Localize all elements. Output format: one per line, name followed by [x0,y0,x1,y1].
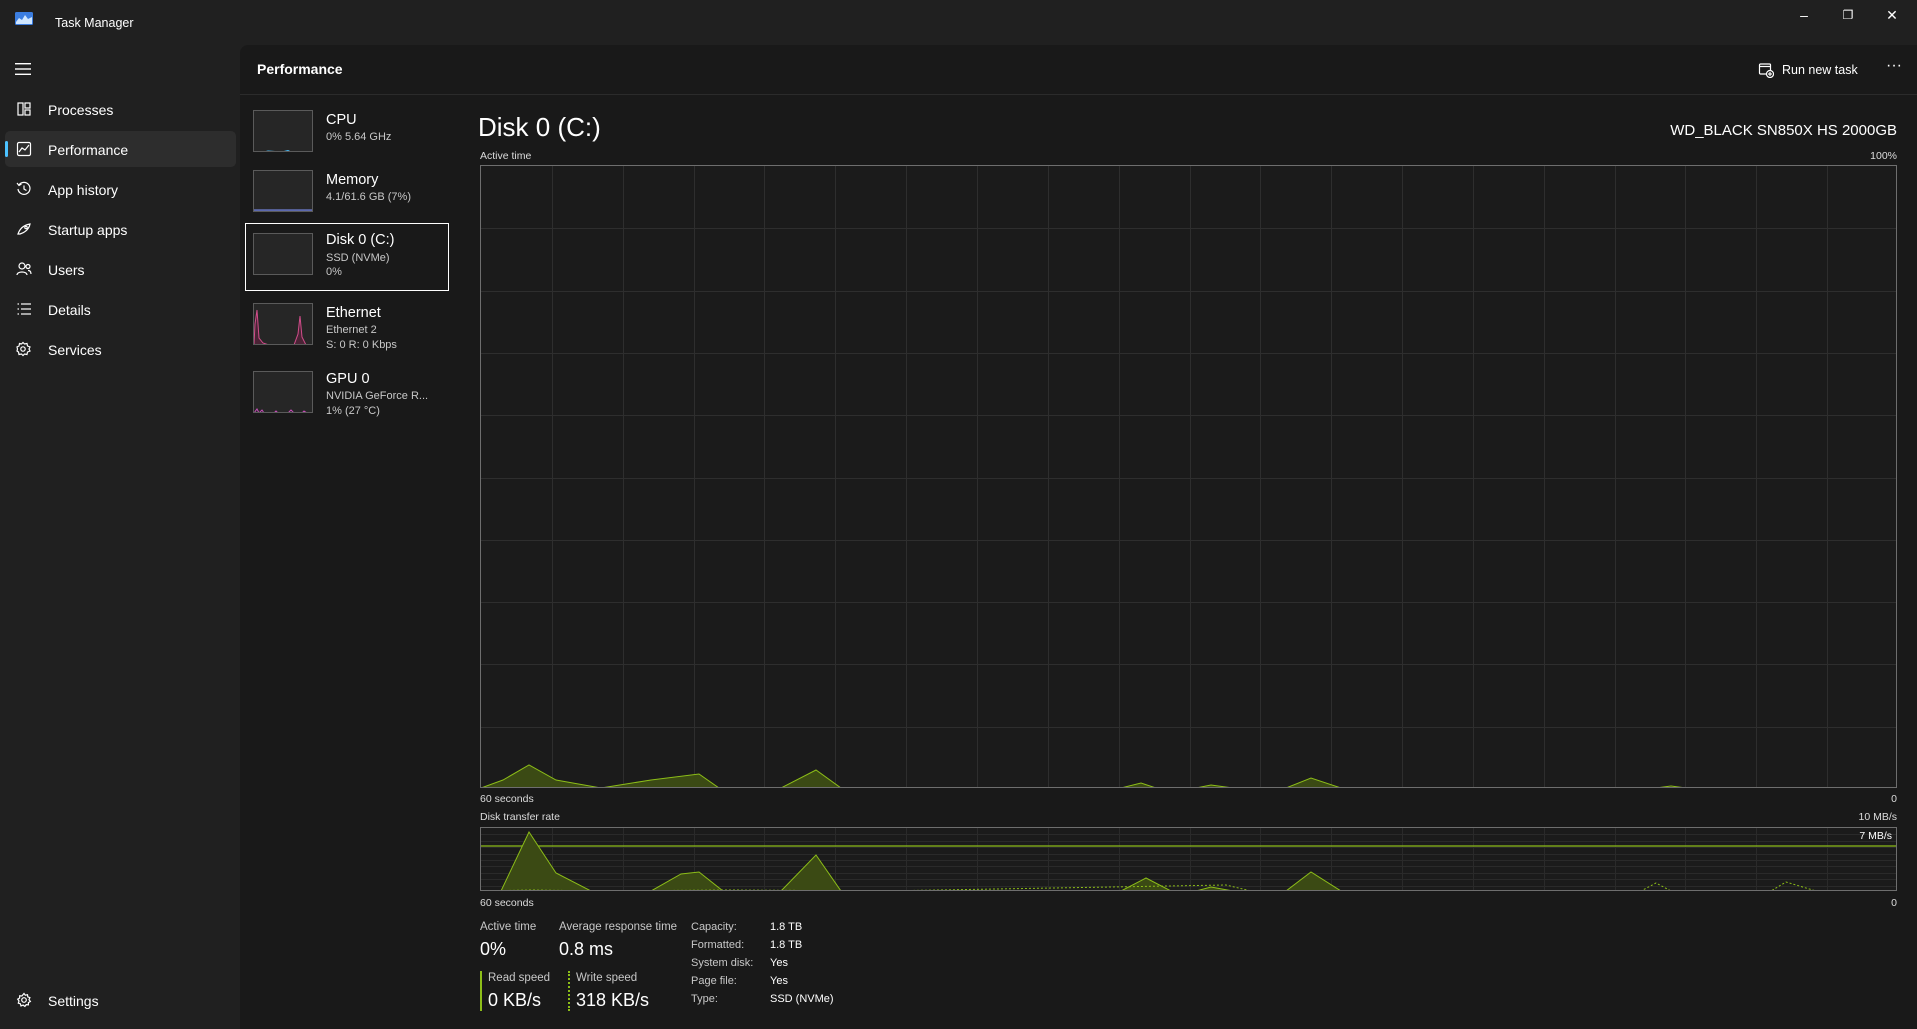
nav-item-services[interactable]: Services [5,331,236,367]
page-title: Performance [257,61,343,77]
disk-title: Disk 0 (C:) [478,112,601,142]
nav-label: Performance [48,142,129,158]
resource-item-ethernet[interactable]: Ethernet Ethernet 2 S: 0 R: 0 Kbps [245,301,449,357]
nav-item-users[interactable]: Users [5,251,236,287]
minimize-button[interactable]: – [1782,0,1826,30]
memory-thumbnail [253,170,313,212]
resource-item-gpu[interactable]: GPU 0 NVIDIA GeForce R... 1% (27 °C) [245,367,449,423]
history-icon [16,181,31,195]
page-file-value: Yes [770,975,788,987]
disk-thumbnail [253,233,313,275]
resource-name: Disk 0 (C:) [326,232,395,248]
cpu-thumbnail [253,110,313,152]
active-time-max-label: 100% [1870,150,1897,162]
settings-label: Settings [48,993,99,1009]
active-time-graph [481,166,1896,787]
active-time-chart [480,165,1897,788]
avg-response-value: 0.8 ms [559,939,614,959]
nav-item-details[interactable]: Details [5,291,236,327]
read-speed-label: Read speed [488,972,551,984]
write-speed-label: Write speed [576,972,638,984]
resource-detail: NVIDIA GeForce R... [326,390,429,402]
resource-detail: Ethernet 2 [326,324,377,336]
transfer-rate-chart: 7 MB/s [480,827,1897,891]
resource-name: GPU 0 [326,371,370,387]
transfer-rate-graph [481,828,1896,890]
run-task-icon [1758,63,1774,78]
formatted-value: 1.8 TB [770,939,803,951]
resource-item-memory[interactable]: Memory 4.1/61.6 GB (7%) [245,168,449,224]
type-key: Type: [691,993,718,1005]
active-time-duration-label: 60 seconds [480,793,534,805]
nav-item-performance[interactable]: Performance [5,131,236,167]
performance-icon [16,141,32,157]
page-file-key: Page file: [691,975,737,987]
nav-item-startup-apps[interactable]: Startup apps [5,211,236,247]
disk-model: WD_BLACK SN850X HS 2000GB [1670,122,1897,139]
details-icon [17,303,31,315]
transfer-rate-min-label: 0 [1891,897,1897,909]
write-speed-legend-line [568,971,570,1011]
nav-label: Processes [48,102,114,118]
selection-indicator [5,141,8,157]
resource-name: Memory [326,172,379,188]
task-manager-icon [15,12,33,25]
system-disk-value: Yes [770,957,788,969]
capacity-value: 1.8 TB [770,921,803,933]
restore-button[interactable]: ❐ [1826,0,1870,30]
nav-label: App history [48,182,119,198]
gpu-thumbnail [253,371,313,413]
resource-detail: SSD (NVMe) [326,252,390,264]
resource-item-disk[interactable]: Disk 0 (C:) SSD (NVMe) 0% [245,223,449,291]
type-value: SSD (NVMe) [770,993,834,1005]
resource-item-cpu[interactable]: CPU 0% 5.64 GHz [245,108,449,164]
resource-usage: 0% [326,266,342,278]
run-new-task-button[interactable]: Run new task [1758,60,1858,80]
transfer-rate-max-label: 10 MB/s [1858,811,1897,823]
resource-name: Ethernet [326,305,381,321]
close-button[interactable]: ✕ [1870,0,1914,30]
services-icon [16,341,31,357]
hamburger-menu-icon[interactable] [14,62,32,76]
nav-item-processes[interactable]: Processes [5,91,236,127]
active-time-stat-label: Active time [480,921,537,933]
resource-usage: 1% (27 °C) [326,405,380,417]
active-time-min-label: 0 [1891,793,1897,805]
nav-label: Services [48,342,102,358]
processes-icon [17,102,31,116]
more-options-button[interactable]: ··· [1880,57,1908,81]
nav-item-settings[interactable]: Settings [5,982,236,1018]
nav-label: Details [48,302,91,318]
nav-pane: Processes Performance App history Startu… [0,45,240,1029]
formatted-key: Formatted: [691,939,745,951]
title-bar: Task Manager – ❐ ✕ [0,0,1917,45]
resource-usage: S: 0 R: 0 Kbps [326,339,397,351]
resource-name: CPU [326,112,357,128]
settings-gear-icon [16,992,32,1008]
startup-icon [17,223,31,235]
window-title: Task Manager [55,16,134,30]
users-icon [16,262,32,276]
resource-detail: 0% 5.64 GHz [326,131,392,143]
resource-detail: 4.1/61.6 GB (7%) [326,191,411,203]
ethernet-thumbnail [253,303,313,345]
transfer-rate-line-label: 7 MB/s [1859,830,1892,842]
read-speed-value: 0 KB/s [488,990,542,1010]
system-disk-key: System disk: [691,957,754,969]
transfer-rate-duration-label: 60 seconds [480,897,534,909]
read-speed-legend-line [480,971,482,1011]
active-time-stat-value: 0% [480,939,507,959]
nav-label: Startup apps [48,222,128,238]
capacity-key: Capacity: [691,921,737,933]
avg-response-label: Average response time [559,921,678,933]
main-panel: Performance Run new task ··· CPU 0% 5.64… [240,45,1917,1029]
page-header: Performance Run new task ··· [240,45,1917,95]
write-speed-value: 318 KB/s [576,990,650,1010]
nav-label: Users [48,262,85,278]
active-time-chart-label: Active time [480,150,532,162]
transfer-rate-chart-label: Disk transfer rate [480,811,560,823]
run-new-task-label: Run new task [1782,63,1858,77]
nav-item-app-history[interactable]: App history [5,171,236,207]
